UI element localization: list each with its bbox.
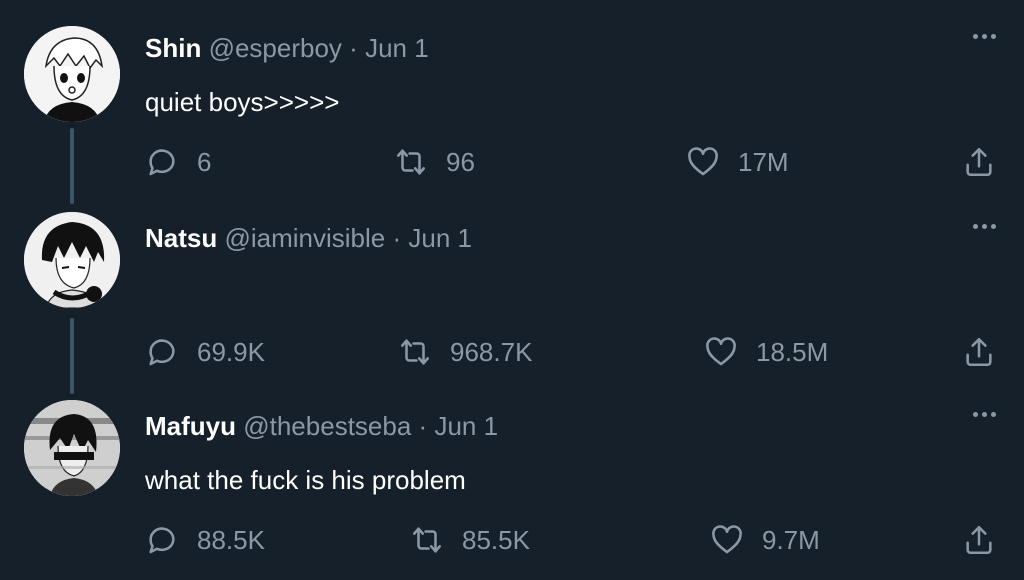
reply-icon [149, 527, 175, 554]
more-options-icon[interactable] [973, 34, 996, 39]
tweet-actions: 6 96 17M [0, 140, 1024, 184]
tweet-text: quiet boys>>>>> [145, 87, 340, 117]
tweet[interactable]: Shin @esperboy · Jun 1 quiet boys>>>>> 6… [0, 0, 1024, 204]
more-options-icon[interactable] [973, 412, 996, 417]
like-button[interactable]: 17M [686, 140, 789, 184]
avatar-headphones-boy-icon [24, 212, 120, 308]
username-handle[interactable]: @thebestseba [243, 411, 411, 441]
tweet-date[interactable]: Jun 1 [434, 411, 498, 441]
retweet-count: 96 [446, 146, 475, 177]
like-button[interactable]: 18.5M [704, 330, 828, 374]
share-icon [966, 337, 992, 367]
heart-icon [688, 147, 718, 176]
tweet[interactable]: Mafuyu @thebestseba · Jun 1 what the fuc… [0, 378, 1024, 566]
heart-icon [712, 525, 742, 554]
tweet-header: Natsu @iaminvisible · Jun 1 [145, 222, 472, 254]
tweet-text: what the fuck is his problem [145, 465, 466, 495]
like-button[interactable]: 9.7M [710, 518, 820, 562]
like-count: 9.7M [762, 524, 820, 555]
separator-dot: · [392, 223, 402, 253]
avatar[interactable] [24, 212, 120, 308]
reply-button[interactable]: 6 [145, 140, 211, 184]
avatar[interactable] [24, 26, 120, 122]
tweet[interactable]: Natsu @iaminvisible · Jun 1 69.9K 968.7K… [0, 190, 1024, 394]
share-button[interactable] [962, 140, 996, 184]
separator-dot: · [418, 411, 428, 441]
reply-icon [149, 149, 175, 176]
share-button[interactable] [962, 330, 996, 374]
retweet-icon [400, 339, 430, 365]
reply-count: 88.5K [197, 524, 265, 555]
retweet-button[interactable]: 96 [394, 140, 475, 184]
reply-count: 69.9K [197, 336, 265, 367]
separator-dot: · [349, 33, 358, 63]
tweet-date[interactable]: Jun 1 [365, 33, 429, 63]
tweet-header: Shin @esperboy · Jun 1 [145, 32, 429, 64]
tweet-date[interactable]: Jun 1 [408, 223, 472, 253]
more-options-icon[interactable] [973, 224, 996, 229]
share-icon [966, 147, 992, 177]
display-name[interactable]: Mafuyu [145, 411, 236, 441]
display-name[interactable]: Shin [145, 33, 201, 63]
retweet-button[interactable]: 85.5K [410, 518, 530, 562]
retweet-icon [412, 527, 442, 553]
reply-icon [149, 339, 175, 366]
avatar-glitch-boy-icon [24, 400, 120, 496]
tweet-actions: 69.9K 968.7K 18.5M [0, 330, 1024, 374]
reply-button[interactable]: 88.5K [145, 518, 265, 562]
tweet-thread: Shin @esperboy · Jun 1 quiet boys>>>>> 6… [0, 0, 1024, 580]
like-count: 18.5M [756, 336, 829, 367]
retweet-count: 85.5K [462, 524, 530, 555]
share-button[interactable] [962, 518, 996, 562]
heart-icon [706, 337, 736, 366]
tweet-header: Mafuyu @thebestseba · Jun 1 [145, 410, 498, 442]
username-handle[interactable]: @iaminvisible [224, 223, 385, 253]
retweet-icon [396, 149, 426, 175]
like-count: 17M [738, 146, 789, 177]
tweet-actions: 88.5K 85.5K 9.7M [0, 518, 1024, 562]
username-handle[interactable]: @esperboy [209, 33, 342, 63]
retweet-button[interactable]: 968.7K [398, 330, 532, 374]
share-icon [966, 525, 992, 555]
reply-button[interactable]: 69.9K [145, 330, 265, 374]
retweet-count: 968.7K [450, 336, 533, 367]
avatar-manga-boy-icon [24, 26, 120, 122]
avatar[interactable] [24, 400, 120, 496]
reply-count: 6 [197, 146, 212, 177]
display-name[interactable]: Natsu [145, 223, 217, 253]
